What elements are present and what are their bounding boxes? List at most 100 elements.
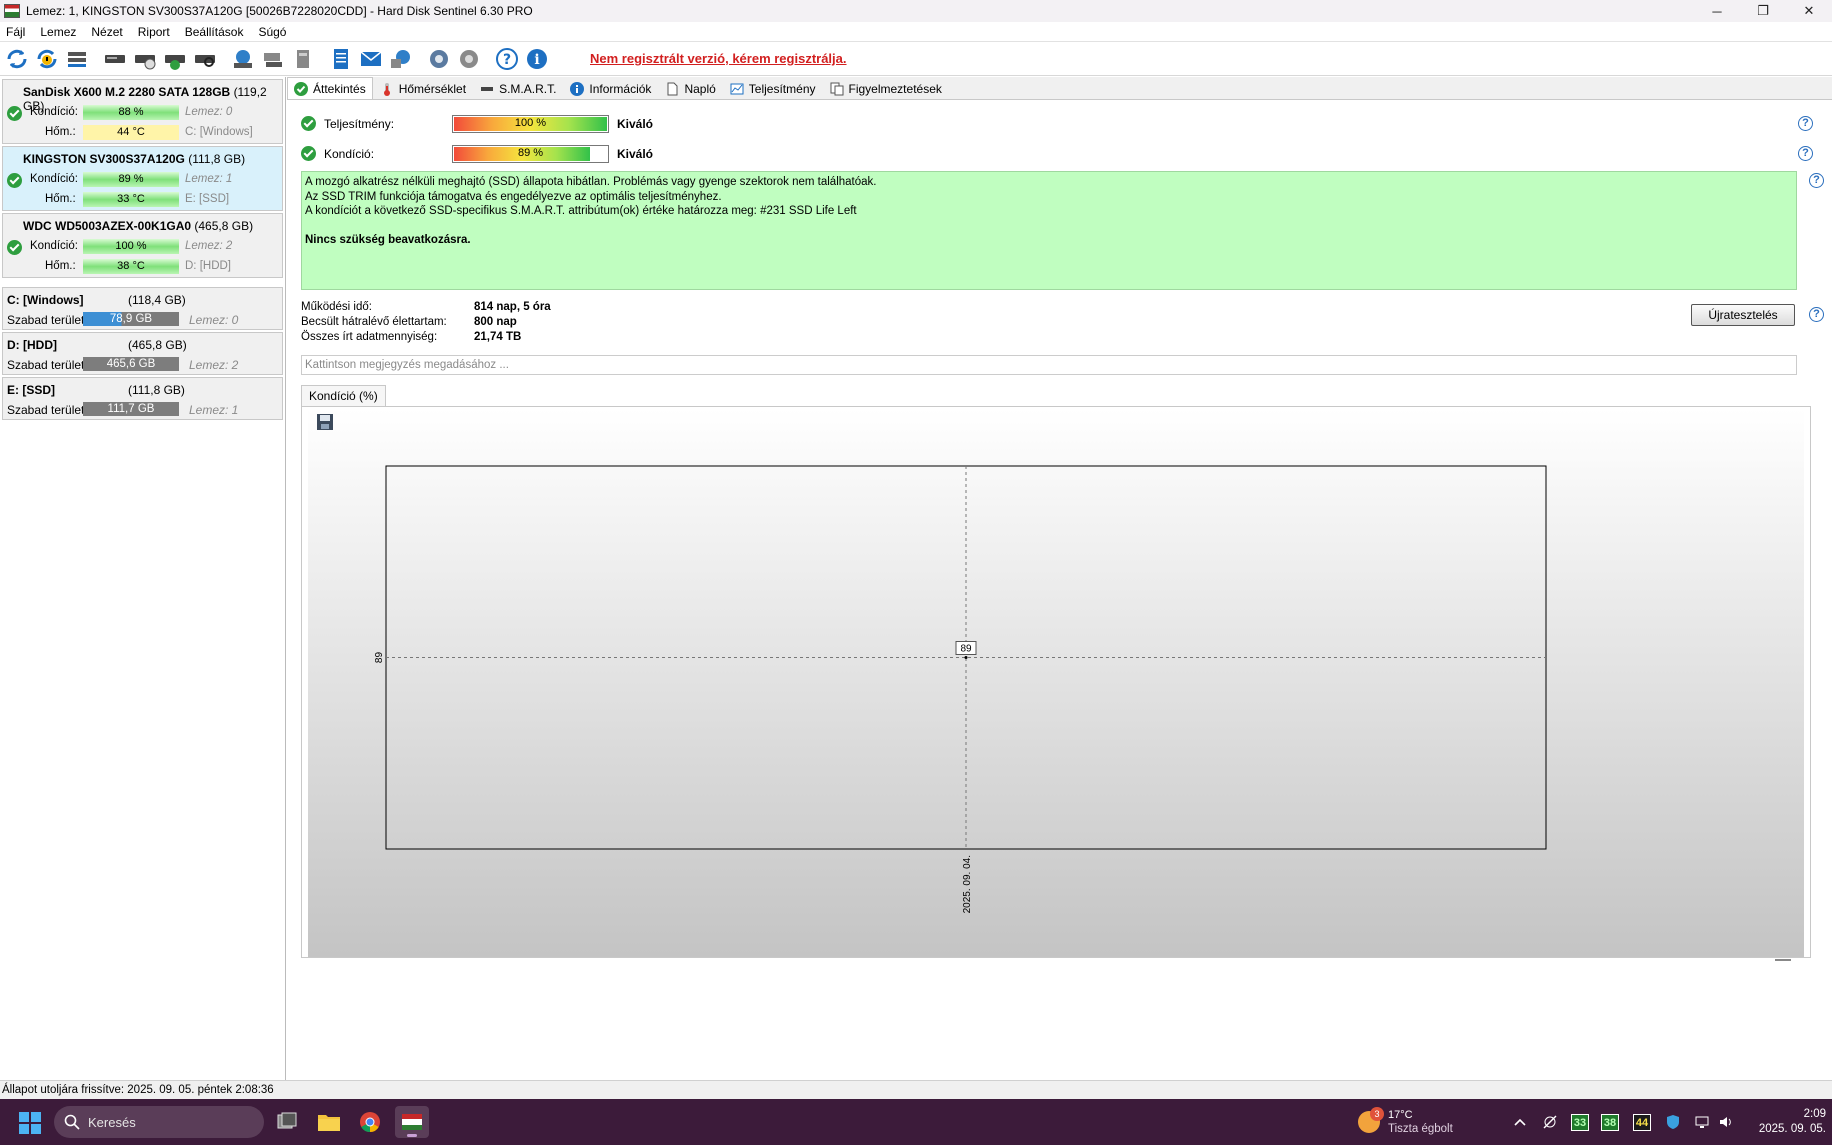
clock[interactable]: 2:09 2025. 09. 05. [1744, 1107, 1826, 1137]
performance-value: 100 % [514, 117, 547, 129]
menu-view[interactable]: Nézet [84, 25, 130, 39]
thermometer-icon [380, 82, 394, 96]
tray-vpn-button[interactable] [1540, 1112, 1560, 1132]
help-icon[interactable]: ? [1798, 146, 1813, 161]
disk-list-button[interactable] [64, 46, 90, 72]
clock-time: 2:09 [1803, 1108, 1826, 1120]
health-bar: 89 % [83, 172, 179, 187]
close-button[interactable]: ✕ [1786, 0, 1832, 22]
tab-temperature[interactable]: Hőmérséklet [373, 78, 473, 99]
disk-ref: Lemez: 1 [189, 403, 239, 417]
chrome-button[interactable] [353, 1106, 387, 1138]
disk-item-sandisk[interactable]: SanDisk X600 M.2 2280 SATA 128GB (119,2 … [2, 79, 283, 144]
task-view-button[interactable] [270, 1106, 304, 1138]
menu-settings[interactable]: Beállítások [178, 25, 252, 39]
health-label: Kondíció: [30, 240, 78, 252]
external-drive-icon [297, 49, 309, 68]
disk-ref: Lemez: 0 [189, 313, 239, 327]
tab-information[interactable]: Információk [563, 78, 658, 99]
tray-defender-button[interactable] [1663, 1112, 1683, 1132]
speaker-icon [460, 49, 478, 68]
tab-performance[interactable]: Teljesítmény [723, 78, 823, 99]
windows-start-button[interactable] [19, 1112, 41, 1134]
volume-name: C: [Windows] [7, 293, 84, 307]
free-space-label: Szabad terület [7, 313, 85, 327]
taskbar: Keresés 3 17°C Tiszta égbolt 33 38 44 2:… [0, 1099, 1832, 1145]
info-icon [570, 81, 585, 96]
volume-item-c[interactable]: C: [Windows] (118,4 GB) Szabad terület 7… [2, 287, 283, 330]
performance-bar: 100 % [452, 115, 609, 133]
maximize-button[interactable]: ❐ [1740, 0, 1786, 22]
temp-bar: 44 °C [83, 125, 179, 140]
alerts-icon [830, 82, 844, 96]
minimize-button[interactable]: ─ [1694, 0, 1740, 22]
volume-size: (465,8 GB) [128, 338, 187, 352]
disk-ref: Lemez: 2 [185, 240, 233, 252]
refresh-alert-button[interactable] [34, 46, 60, 72]
tab-log[interactable]: Napló [658, 78, 722, 99]
drive-test-button[interactable] [162, 46, 188, 72]
taskbar-search[interactable]: Keresés [54, 1106, 264, 1138]
disk-name: KINGSTON SV300S37A120G (111,8 GB) [23, 152, 246, 166]
drive-button[interactable] [102, 46, 128, 72]
hdsentinel-taskbar-button[interactable] [395, 1106, 429, 1138]
note-input[interactable]: Kattintson megjegyzés megadásához ... [301, 355, 1797, 375]
disk-item-kingston[interactable]: KINGSTON SV300S37A120G (111,8 GB) Kondíc… [2, 146, 283, 211]
performance-row: Teljesítmény: 100 % Kiváló ? [301, 114, 1821, 134]
report-button[interactable] [328, 46, 354, 72]
tab-smart[interactable]: S.M.A.R.T. [473, 78, 563, 99]
device-list-panel: SanDisk X600 M.2 2280 SATA 128GB (119,2 … [0, 77, 286, 1080]
email-button[interactable] [358, 46, 384, 72]
retest-button[interactable]: Újratesztelés [1691, 304, 1795, 326]
x-tick-label: 2025. 09. 04. [962, 855, 973, 913]
weather-widget[interactable]: 3 17°C Tiszta égbolt [1358, 1107, 1498, 1137]
tab-health-chart[interactable]: Kondíció (%) [301, 385, 386, 407]
help-icon[interactable]: ? [1809, 173, 1824, 188]
tray-network-button[interactable] [1692, 1112, 1712, 1132]
folder-icon [318, 1115, 340, 1131]
info-icon: i [527, 48, 547, 69]
drive-search-button[interactable] [192, 46, 218, 72]
save-chart-icon[interactable] [316, 413, 334, 431]
status-conclusion: Nincs szükség beavatkozásra. [305, 233, 471, 246]
performance-label: Teljesítmény: [324, 117, 395, 131]
tray-temp-1[interactable]: 33 [1570, 1112, 1590, 1132]
y-tick-label: 89 [374, 652, 385, 664]
menu-file[interactable]: Fájl [0, 25, 33, 39]
unregistered-link[interactable]: Nem regisztrált verzió, kérem regisztrál… [590, 51, 847, 66]
menu-help[interactable]: Súgó [251, 25, 294, 39]
backup-button[interactable] [230, 46, 256, 72]
refresh-button[interactable] [4, 46, 30, 72]
tray-temp-3[interactable]: 44 [1632, 1112, 1652, 1132]
tray-volume-button[interactable] [1716, 1112, 1736, 1132]
disk-ref: Lemez: 2 [189, 358, 239, 372]
file-explorer-button[interactable] [312, 1106, 346, 1138]
health-rating: Kiváló [617, 147, 654, 161]
volume-name: E: [SSD] [7, 383, 55, 397]
help-icon[interactable]: ? [1809, 307, 1824, 322]
disk-name: WDC WD5003AZEX-00K1GA0 (465,8 GB) [23, 219, 254, 233]
globe-drive-icon [234, 49, 252, 68]
menu-report[interactable]: Riport [131, 25, 178, 39]
volume-item-e[interactable]: E: [SSD] (111,8 GB) Szabad terület 111,7… [2, 377, 283, 420]
sound-button[interactable] [456, 46, 482, 72]
external-drive-button[interactable] [290, 46, 316, 72]
resize-handle[interactable] [1775, 959, 1791, 961]
help-icon[interactable]: ? [1798, 116, 1813, 131]
help-button[interactable]: ? [494, 46, 520, 72]
about-button[interactable]: i [524, 46, 550, 72]
window-controls: ─ ❐ ✕ [1694, 0, 1832, 22]
menu-disk[interactable]: Lemez [33, 25, 84, 39]
tab-overview[interactable]: Áttekintés [287, 77, 373, 99]
network-drive-button[interactable] [260, 46, 286, 72]
tray-overflow-button[interactable] [1512, 1112, 1528, 1132]
volume-item-d[interactable]: D: [HDD] (465,8 GB) Szabad terület 465,6… [2, 332, 283, 375]
refresh-warning-icon [37, 49, 57, 68]
drive-schedule-button[interactable] [132, 46, 158, 72]
web-report-button[interactable] [388, 46, 414, 72]
settings-button[interactable] [426, 46, 452, 72]
disk-item-wdc[interactable]: WDC WD5003AZEX-00K1GA0 (465,8 GB) Kondíc… [2, 213, 283, 278]
tray-temp-2[interactable]: 38 [1600, 1112, 1620, 1132]
tab-alerts[interactable]: Figyelmeztetések [823, 78, 949, 99]
network-icon [1695, 1116, 1709, 1128]
